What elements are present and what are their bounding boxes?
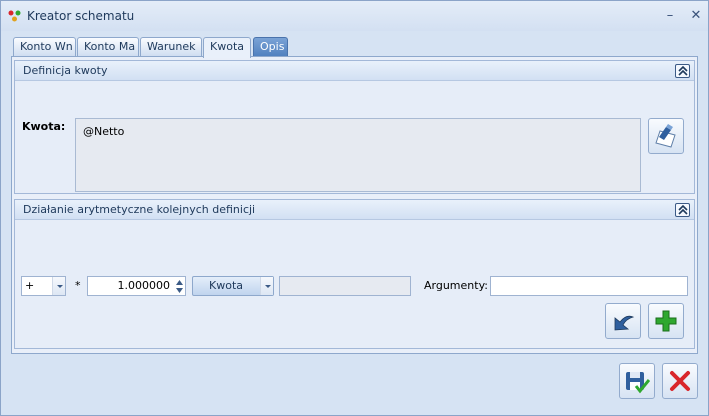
tab-konto-ma[interactable]: Konto Ma bbox=[77, 37, 139, 57]
kwota-dropdown-arrow[interactable] bbox=[260, 277, 273, 295]
arithmetic-group-header: Działanie arytmetyczne kolejnych definic… bbox=[15, 200, 694, 220]
multiply-sign: * bbox=[75, 279, 81, 292]
kwota-label: Kwota: bbox=[22, 120, 66, 133]
formula-field[interactable]: @Netto bbox=[75, 118, 641, 192]
spin-up-icon[interactable] bbox=[176, 279, 183, 286]
wizard-window: Kreator schematu – ✕ Konto Wn Konto Ma W… bbox=[0, 0, 709, 416]
spin-down-icon[interactable] bbox=[176, 287, 183, 294]
cancel-button[interactable] bbox=[662, 363, 698, 399]
collapse-icon bbox=[678, 205, 688, 215]
definition-group: Definicja kwoty Kwota: @Netto bbox=[14, 60, 695, 194]
arguments-label: Argumenty: bbox=[424, 279, 488, 292]
add-icon bbox=[655, 310, 677, 332]
undo-button[interactable] bbox=[605, 303, 641, 339]
window-title: Kreator schematu bbox=[27, 9, 135, 23]
collapse-icon bbox=[678, 66, 688, 76]
kwota-source-label: Kwota bbox=[209, 279, 243, 292]
title-bar: Kreator schematu – ✕ bbox=[1, 1, 708, 31]
save-button[interactable] bbox=[619, 363, 655, 399]
undo-icon bbox=[614, 315, 635, 331]
close-window-button[interactable]: ✕ bbox=[687, 8, 705, 24]
tab-kwota[interactable]: Kwota bbox=[203, 37, 251, 58]
edit-formula-button[interactable] bbox=[648, 118, 684, 154]
tab-konto-wn[interactable]: Konto Wn bbox=[13, 37, 76, 57]
definition-group-header: Definicja kwoty bbox=[15, 61, 694, 81]
formula-value: @Netto bbox=[83, 125, 125, 138]
operator-value: + bbox=[25, 279, 35, 292]
arguments-input[interactable] bbox=[490, 276, 688, 296]
collapse-definition-button[interactable] bbox=[675, 64, 690, 78]
arithmetic-group-title: Działanie arytmetyczne kolejnych definic… bbox=[23, 203, 256, 216]
add-definition-button[interactable] bbox=[648, 303, 684, 339]
tab-page-kwota: Definicja kwoty Kwota: @Netto Działanie … bbox=[11, 56, 698, 354]
edit-formula-icon bbox=[655, 124, 676, 148]
app-icon bbox=[8, 10, 21, 22]
tab-opis[interactable]: Opis bbox=[253, 37, 288, 57]
definition-group-title: Definicja kwoty bbox=[23, 64, 108, 77]
arithmetic-group: Działanie arytmetyczne kolejnych definic… bbox=[14, 199, 695, 349]
kwota-value-field bbox=[279, 276, 411, 296]
kwota-source-button[interactable]: Kwota bbox=[192, 276, 274, 296]
multiplier-spinner[interactable]: 1.000000 bbox=[87, 276, 186, 296]
minimize-button[interactable]: – bbox=[661, 8, 679, 24]
cancel-icon bbox=[670, 371, 690, 391]
operator-dropdown-arrow[interactable] bbox=[52, 277, 65, 295]
operator-select[interactable]: + bbox=[21, 276, 66, 296]
save-icon bbox=[626, 372, 650, 394]
collapse-arithmetic-button[interactable] bbox=[675, 203, 690, 217]
tab-warunek[interactable]: Warunek bbox=[140, 37, 202, 57]
multiplier-value: 1.000000 bbox=[117, 279, 171, 292]
